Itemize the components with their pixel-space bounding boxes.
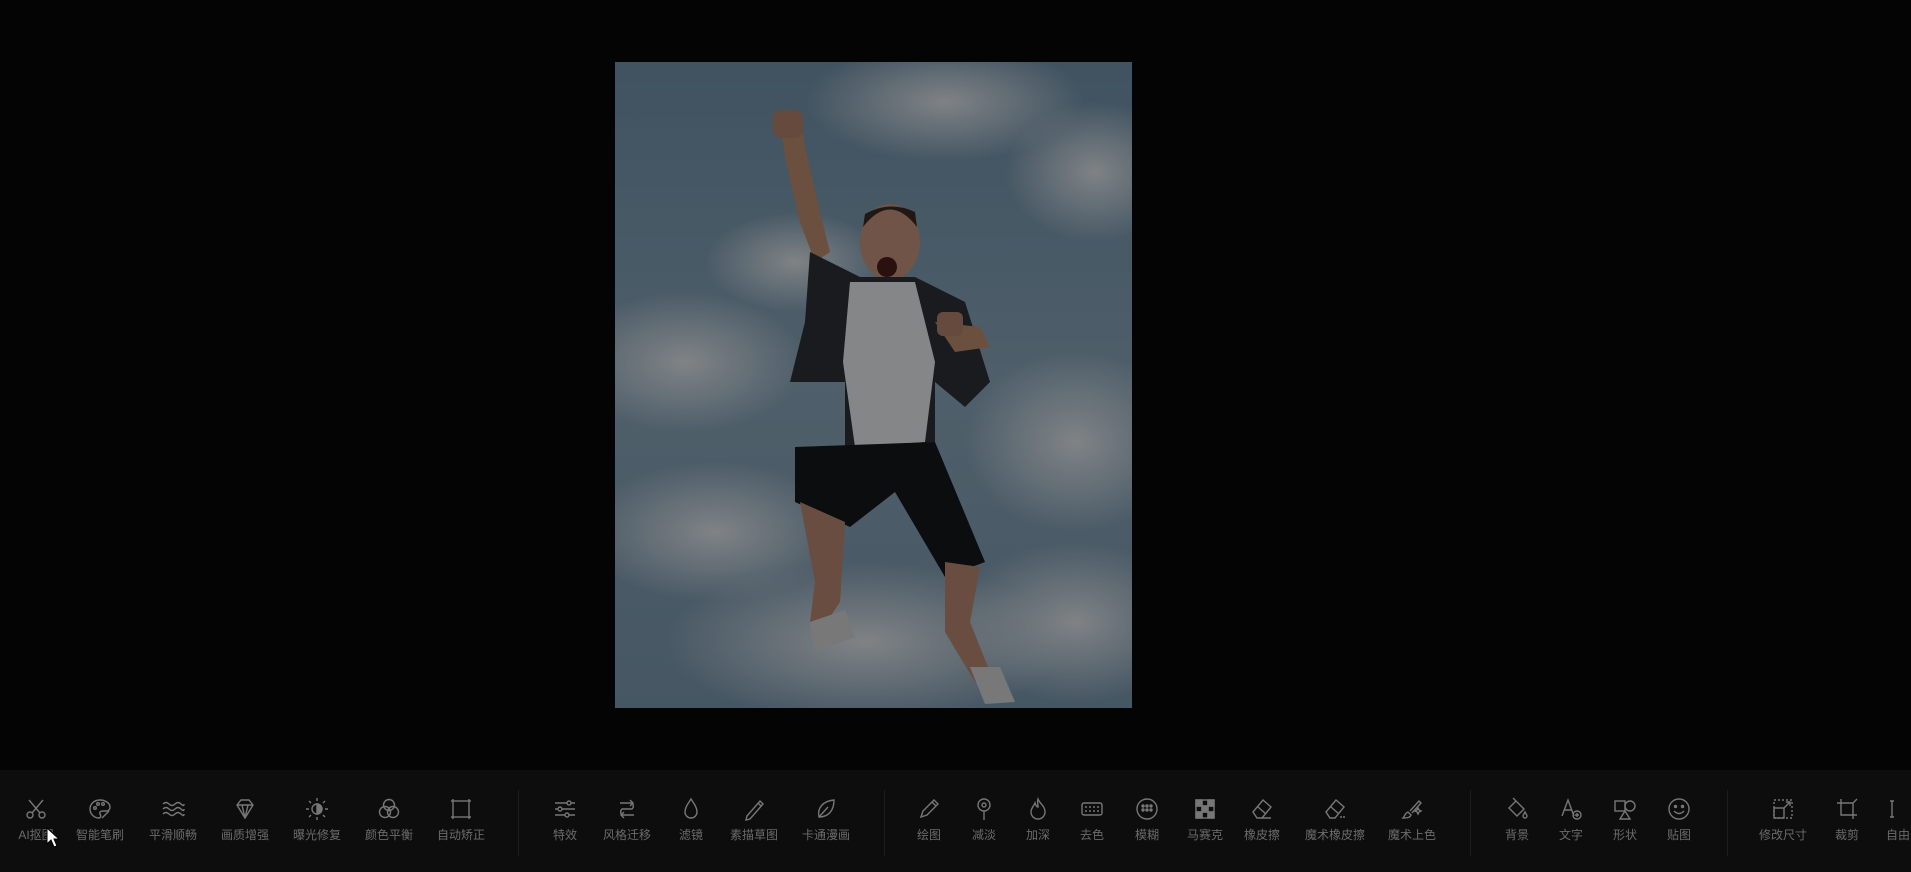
toolbar-divider (1727, 790, 1728, 856)
magic-brush-icon (1399, 796, 1425, 822)
diamond-icon (232, 796, 258, 822)
tool-cartoon[interactable]: 卡通漫画 (790, 796, 862, 866)
style-transfer-icon (614, 796, 640, 822)
tool-sketch[interactable]: 素描草图 (718, 796, 790, 866)
tool-quality-enhance[interactable]: 画质增强 (209, 796, 281, 866)
tool-label: 魔术橡皮擦 (1304, 828, 1365, 842)
free-transform-icon (1888, 796, 1911, 822)
tool-label: 滤镜 (678, 828, 703, 842)
tool-label: 画质增强 (220, 828, 269, 842)
eraser-icon (1249, 796, 1275, 822)
waves-icon (160, 796, 186, 822)
tool-sticker[interactable]: 贴图 (1643, 796, 1715, 866)
tool-label: 魔术上色 (1387, 828, 1436, 842)
crop-icon (1834, 796, 1860, 822)
resize-icon (1770, 796, 1796, 822)
tool-resize[interactable]: 修改尺寸 (1747, 796, 1819, 866)
sketch-pen-icon (741, 796, 767, 822)
tool-eraser[interactable]: 橡皮擦 (1226, 796, 1298, 866)
tool-free-transform[interactable]: 自由 (1864, 796, 1911, 866)
tool-label: 智能笔刷 (75, 828, 124, 842)
color-circles-icon (376, 796, 402, 822)
tool-magic-colorize[interactable]: 魔术上色 (1376, 796, 1448, 866)
desaturate-icon (1079, 796, 1105, 822)
tool-label: 曝光修复 (292, 828, 341, 842)
tool-exposure-fix[interactable]: 曝光修复 (281, 796, 353, 866)
magic-eraser-icon (1322, 796, 1348, 822)
tool-magic-eraser[interactable]: 魔术橡皮擦 (1299, 796, 1371, 866)
tool-style-transfer[interactable]: 风格迁移 (591, 796, 663, 866)
canvas-area (0, 0, 1911, 770)
tool-smart-brush[interactable]: 智能笔刷 (64, 796, 136, 866)
tool-label: 素描草图 (729, 828, 778, 842)
tool-smooth[interactable]: 平滑顺畅 (137, 796, 209, 866)
tool-auto-correct[interactable]: 自动矫正 (425, 796, 497, 866)
text-add-icon (1558, 796, 1584, 822)
dodge-icon (971, 796, 997, 822)
tool-label: 贴图 (1666, 828, 1691, 842)
tool-label: 橡皮擦 (1243, 828, 1280, 842)
toolbar-divider (1470, 790, 1471, 856)
toolbar-divider (518, 790, 519, 856)
paint-bucket-icon (1504, 796, 1530, 822)
bottom-toolbar: AI抠图 智能笔刷 平滑顺畅 画质增强 曝光修复 颜色平衡 自动矫正 特效 风格… (0, 770, 1911, 872)
brightness-icon (304, 796, 330, 822)
tool-label: 平滑顺畅 (148, 828, 197, 842)
tool-label: 卡通漫画 (801, 828, 850, 842)
mouse-cursor-icon (46, 827, 61, 848)
palette-icon (87, 796, 113, 822)
photo-editor-app: AI抠图 智能笔刷 平滑顺畅 画质增强 曝光修复 颜色平衡 自动矫正 特效 风格… (0, 0, 1911, 872)
pencil-icon (916, 796, 942, 822)
flame-icon (1025, 796, 1051, 822)
tool-color-balance[interactable]: 颜色平衡 (353, 796, 425, 866)
modal-dim-overlay (615, 62, 1132, 708)
leaf-icon (813, 796, 839, 822)
tool-label: 风格迁移 (602, 828, 651, 842)
tool-label: 自由 (1886, 828, 1911, 842)
shapes-icon (1612, 796, 1638, 822)
photo-canvas[interactable] (615, 62, 1132, 708)
frame-correct-icon (448, 796, 474, 822)
tool-label: 颜色平衡 (364, 828, 413, 842)
scissors-icon (23, 796, 49, 822)
sliders-icon (552, 796, 578, 822)
tool-label: 自动矫正 (436, 828, 485, 842)
drop-icon (678, 796, 704, 822)
smiley-icon (1666, 796, 1692, 822)
tool-filter[interactable]: 滤镜 (655, 796, 727, 866)
toolbar-divider (884, 790, 885, 856)
mosaic-icon (1192, 796, 1218, 822)
tool-label: 修改尺寸 (1758, 828, 1807, 842)
blur-icon (1134, 796, 1160, 822)
